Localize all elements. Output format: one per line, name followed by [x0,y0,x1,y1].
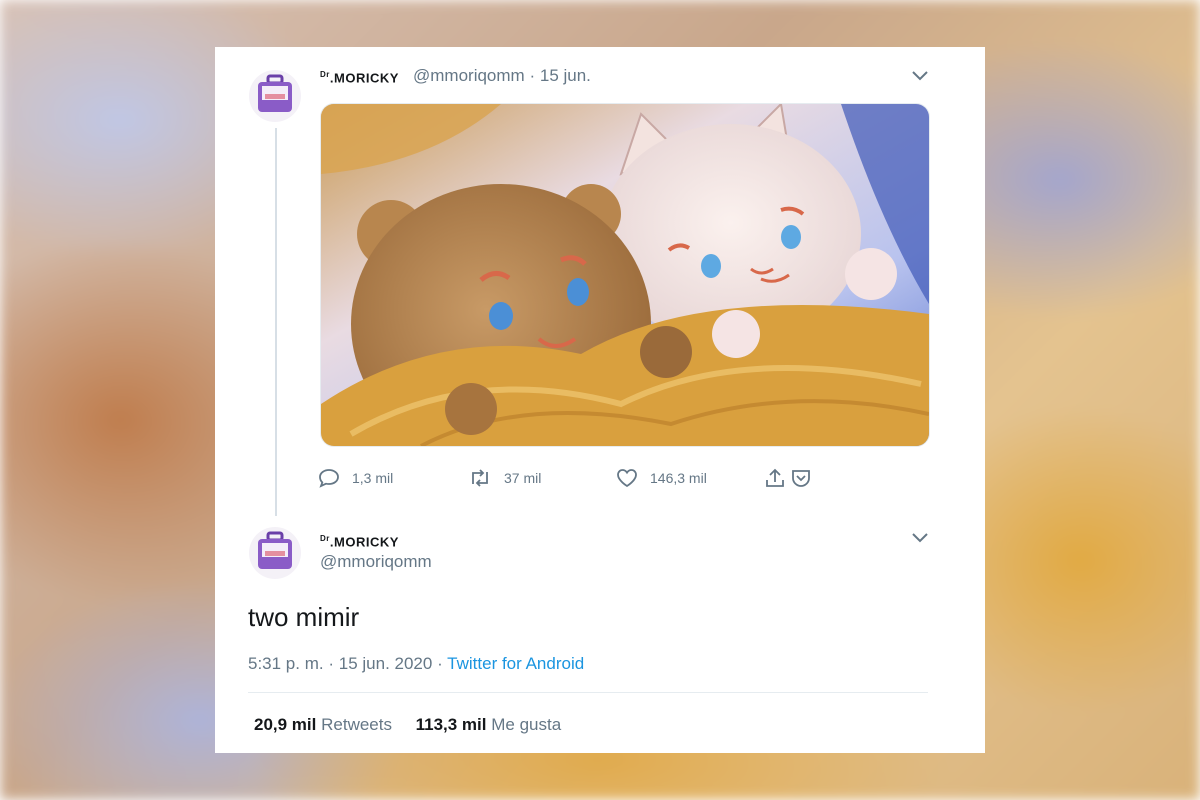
user-handle[interactable]: @mmoriqomm [320,552,432,572]
chevron-down-icon[interactable] [912,68,928,84]
retweets-stat[interactable]: 20,9 mil Retweets [254,715,392,734]
tweet-stats: 20,9 mil Retweets 113,3 mil Me gusta [254,715,561,735]
chevron-down-icon[interactable] [912,530,928,546]
separator: · [328,654,335,673]
reply-count: 1,3 mil [352,470,394,486]
display-name[interactable]: Dr.MORICKY [320,70,399,85]
retweets-label: Retweets [321,715,392,734]
tweet-date[interactable]: 15 jun. [540,66,591,85]
retweets-count: 20,9 mil [254,715,317,734]
tweet-image[interactable] [320,103,930,447]
painting-image [321,104,929,446]
user-handle[interactable]: @mmoriqomm · 15 jun. [413,66,591,86]
tweet-time[interactable]: 5:31 p. m. [248,654,324,673]
separator: · [529,66,536,85]
medkit-icon [258,74,292,112]
avatar[interactable] [249,70,301,122]
separator: · [437,654,443,673]
like-button[interactable]: 146,3 mil [616,468,707,488]
divider [248,692,928,693]
like-icon [617,469,637,488]
share-icon [766,468,784,487]
avatar[interactable] [249,527,301,579]
display-name[interactable]: Dr.MORICKY [320,534,399,549]
reply-icon [319,469,339,488]
reply-button[interactable]: 1,3 mil [318,468,393,488]
likes-count: 113,3 mil [415,715,487,734]
source-link[interactable]: Twitter for Android [447,654,584,673]
tweet-actions: 1,3 mil 37 mil 146,3 mil [318,468,838,490]
thread-line [275,128,277,516]
retweet-count: 37 mil [504,470,542,486]
pocket-icon[interactable] [790,468,812,488]
retweet-button[interactable]: 37 mil [468,468,541,488]
tweet-text: two mimir [248,602,360,632]
likes-stat[interactable]: 113,3 mil Me gusta [416,715,562,734]
retweet-icon [472,469,488,487]
medkit-icon [258,531,292,569]
tweet-date[interactable]: 15 jun. 2020 [339,654,433,673]
tweet-meta: 5:31 p. m. · 15 jun. 2020 · Twitter for … [248,654,584,674]
likes-label: Me gusta [491,715,562,734]
share-button[interactable] [764,468,812,488]
like-count: 146,3 mil [650,470,707,486]
